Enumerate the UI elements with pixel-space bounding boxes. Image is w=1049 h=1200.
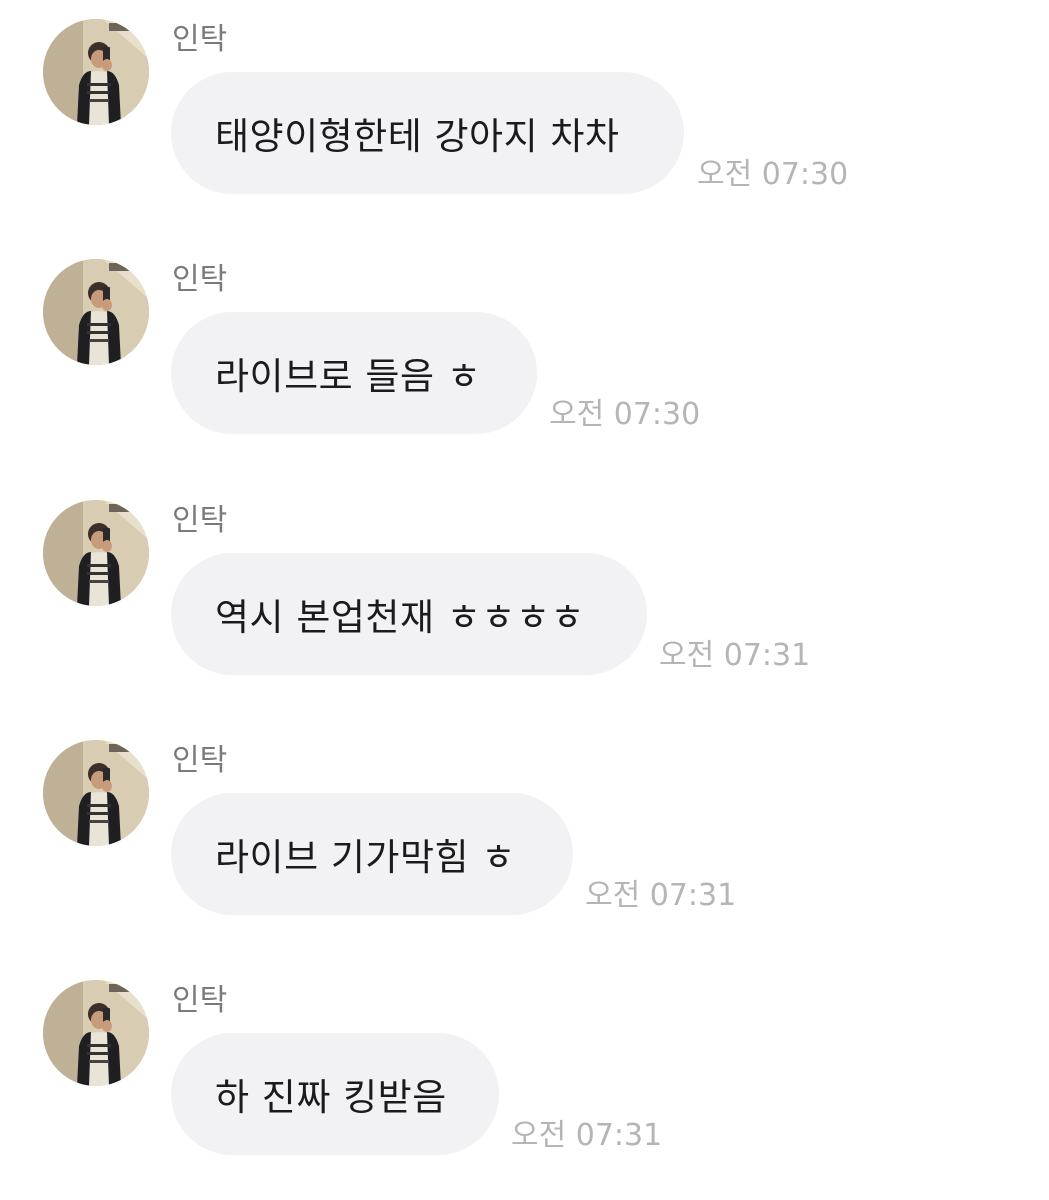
message-row: 인탁 역시 본업천재 ㅎㅎㅎㅎ 오전 07:31	[0, 481, 1049, 681]
message-timestamp: 오전 07:31	[585, 878, 737, 913]
message-row: 인탁 라이브로 들음 ㅎ 오전 07:30	[0, 240, 1049, 440]
message-bubble[interactable]: 라이브로 들음 ㅎ	[171, 312, 537, 434]
sender-name: 인탁	[172, 743, 228, 778]
sender-name: 인탁	[172, 503, 228, 538]
sender-avatar[interactable]	[43, 19, 149, 125]
sender-name: 인탁	[172, 22, 228, 57]
message-timestamp: 오전 07:30	[697, 157, 849, 192]
message-row: 인탁 라이브 기가막힘 ㅎ 오전 07:31	[0, 721, 1049, 921]
message-row: 인탁 하 진짜 킹받음 오전 07:31	[0, 961, 1049, 1161]
chat-message-list: 인탁 태양이형한테 강아지 차차 오전 07:30 인탁 라이브로 들음 ㅎ 오…	[0, 0, 1049, 1200]
message-text: 하 진짜 킹받음	[215, 1076, 447, 1119]
message-bubble[interactable]: 태양이형한테 강아지 차차	[171, 72, 684, 194]
message-text: 라이브로 들음 ㅎ	[215, 355, 482, 398]
avatar-photo	[43, 980, 149, 1086]
message-text: 태양이형한테 강아지 차차	[215, 115, 620, 158]
message-timestamp: 오전 07:31	[511, 1118, 663, 1153]
message-timestamp: 오전 07:30	[549, 397, 701, 432]
sender-name: 인탁	[172, 983, 228, 1018]
avatar-photo	[43, 500, 149, 606]
sender-name: 인탁	[172, 262, 228, 297]
avatar-photo	[43, 259, 149, 365]
message-text: 역시 본업천재 ㅎㅎㅎㅎ	[215, 596, 585, 639]
message-bubble[interactable]: 하 진짜 킹받음	[171, 1033, 499, 1155]
message-bubble[interactable]: 역시 본업천재 ㅎㅎㅎㅎ	[171, 553, 647, 675]
avatar-photo	[43, 740, 149, 846]
sender-avatar[interactable]	[43, 740, 149, 846]
sender-avatar[interactable]	[43, 980, 149, 1086]
message-text: 라이브 기가막힘 ㅎ	[215, 836, 516, 879]
message-row: 인탁 태양이형한테 강아지 차차 오전 07:30	[0, 0, 1049, 200]
message-bubble[interactable]: 라이브 기가막힘 ㅎ	[171, 793, 573, 915]
avatar-photo	[43, 19, 149, 125]
sender-avatar[interactable]	[43, 500, 149, 606]
sender-avatar[interactable]	[43, 259, 149, 365]
message-timestamp: 오전 07:31	[659, 638, 811, 673]
